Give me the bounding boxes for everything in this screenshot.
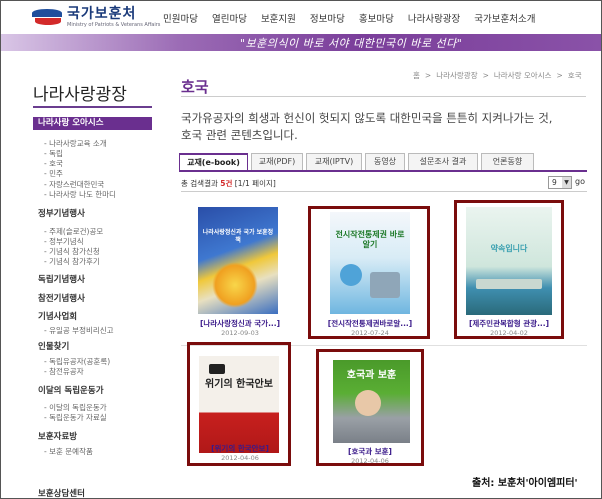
sidebar-subitem[interactable]: - 참전유공자 xyxy=(44,366,84,377)
sidebar-divider xyxy=(33,106,152,108)
per-page-select[interactable]: 9 ▼ xyxy=(548,176,572,189)
site-logo[interactable]: 국가보훈처 Ministry of Patriots & Veterans Af… xyxy=(32,7,160,29)
sidebar-section-heading[interactable]: 이달의 독립운동가 xyxy=(38,384,104,396)
book-cover-title: 약속입니다 xyxy=(490,244,528,253)
go-button[interactable]: go xyxy=(575,177,585,186)
breadcrumb-oasis[interactable]: 나라사랑 오아시스 xyxy=(494,70,552,81)
breadcrumb-separator: > xyxy=(482,71,489,80)
book-cover-title: 위기의 한국안보 xyxy=(205,379,273,390)
global-nav: 민원마당 열린마당 보훈지원 정보마당 홍보마당 나라사랑광장 국가보훈처소개 xyxy=(163,11,549,25)
book-cover-title: 나라사랑정신과 국가 보훈정책 xyxy=(202,229,274,244)
book-cover-2[interactable]: 전시작전통제권 바로알기 xyxy=(330,212,410,314)
sidebar-subitem[interactable]: - 보훈 문예작품 xyxy=(44,446,93,457)
result-count: 총 검색결과 5건 [1/1 페이지] xyxy=(181,179,276,188)
slogan-text: "보훈의식이 바로 서야 대한민국이 바로 선다" xyxy=(240,37,463,50)
breadcrumb-separator: > xyxy=(556,71,563,80)
breadcrumb-plaza[interactable]: 나라사랑광장 xyxy=(436,70,477,81)
sidebar-subitem[interactable]: - 나라사랑 나도 한마디 xyxy=(44,189,116,200)
book-cover-3[interactable]: 약속입니다 xyxy=(466,207,552,315)
sidebar-section-heading[interactable]: 보훈상담센터 xyxy=(38,487,85,499)
intro-text-line2: 호국 관련 콘텐츠입니다. xyxy=(181,128,298,142)
book-caption-3[interactable]: [제주민관복합형 관광...] xyxy=(456,318,562,329)
globe-graphic xyxy=(340,264,362,286)
logo-text: 국가보훈처 xyxy=(67,6,137,22)
title-divider xyxy=(181,96,586,97)
sidebar-section-heading[interactable]: 보훈자료방 xyxy=(38,430,77,442)
cover-emblem xyxy=(209,364,225,374)
book-cover-4[interactable]: 위기의 한국안보 xyxy=(199,356,279,453)
tab-video[interactable]: 동영상 xyxy=(365,153,405,170)
tab-iptv[interactable]: 교재(IPTV) xyxy=(306,153,362,170)
book-date-2: 2012-07-24 xyxy=(351,329,389,337)
sidebar-section-heading[interactable]: 참전기념행사 xyxy=(38,292,85,304)
list-divider xyxy=(181,191,587,192)
book-caption-4[interactable]: [위기의 한국안보] xyxy=(192,443,288,454)
child-graphic xyxy=(355,390,381,416)
content-tabs: 교재(e-book) 교재(PDF) 교재(IPTV) 동영상 설문조사 결과 … xyxy=(179,153,537,170)
book-caption-1[interactable]: [나라사랑정신과 국가...] xyxy=(186,318,294,329)
tabs-underline xyxy=(179,170,587,172)
book-cover-title: 호국과 보훈 xyxy=(346,370,397,381)
tab-press[interactable]: 언론동향 xyxy=(481,153,534,170)
sidebar-section-heading[interactable]: 독립기념행사 xyxy=(38,273,85,285)
taegeuk-logo-icon xyxy=(32,7,62,29)
harbor-graphic xyxy=(476,279,542,289)
breadcrumb-current: 호국 xyxy=(567,71,582,80)
book-caption-2[interactable]: [전시작전통제권바로알...] xyxy=(312,318,428,329)
book-date-1: 2012-09-03 xyxy=(221,329,259,337)
nav-item-support[interactable]: 보훈지원 xyxy=(261,11,296,25)
tab-ebook[interactable]: 교재(e-book) xyxy=(179,153,248,170)
book-caption-5[interactable]: [호국과 보훈] xyxy=(320,446,420,457)
breadcrumb-separator: > xyxy=(424,71,432,80)
breadcrumb-home[interactable]: 홈 xyxy=(413,70,420,81)
sidebar-section-heading[interactable]: 인물찾기 xyxy=(38,340,69,352)
sidebar-subitem[interactable]: - 민주 xyxy=(44,168,63,179)
book-date-5: 2012-04-06 xyxy=(351,457,389,465)
sun-graphic xyxy=(212,262,258,308)
nav-item-pr[interactable]: 홍보마당 xyxy=(359,11,394,25)
book-date-3: 2012-04-02 xyxy=(490,329,528,337)
sidebar-section-heading[interactable]: 기념사업회 xyxy=(38,310,77,322)
sidebar-item-oasis[interactable]: 나라사랑 오아시스 xyxy=(33,117,152,130)
source-credit: 출처: 보훈처'아이엠피터' xyxy=(472,478,578,489)
sidebar-subitem[interactable]: - 기념식 참가후기 xyxy=(44,256,100,267)
sidebar-section-heading[interactable]: 정부기념행사 xyxy=(38,207,85,219)
sidebar-subitem[interactable]: - 유일공 부정비리신고 xyxy=(44,325,114,336)
nav-item-info[interactable]: 정보마당 xyxy=(310,11,345,25)
tab-survey[interactable]: 설문조사 결과 xyxy=(408,153,478,170)
book-cover-title: 전시작전통제권 바로알기 xyxy=(335,230,405,249)
logo-subtext: Ministry of Patriots & Veterans Affairs xyxy=(67,22,161,28)
breadcrumb: 홈 > 나라사랑광장 > 나라사랑 오아시스 > 호국 xyxy=(413,70,587,81)
book-date-4: 2012-04-06 xyxy=(221,454,259,462)
sidebar-subitem[interactable]: - 독립운동가 자료실 xyxy=(44,412,107,423)
intro-text-line1: 국가유공자의 희생과 헌신이 헛되지 않도록 대한민국을 튼튼히 지켜나가는 것… xyxy=(181,111,553,125)
nav-item-civil[interactable]: 민원마당 xyxy=(163,11,198,25)
page-title: 호국 xyxy=(181,78,209,96)
nav-item-about[interactable]: 국가보훈처소개 xyxy=(474,11,535,25)
tab-pdf[interactable]: 교재(PDF) xyxy=(251,153,303,170)
nav-item-open[interactable]: 열린마당 xyxy=(212,11,247,25)
nav-item-plaza[interactable]: 나라사랑광장 xyxy=(408,11,460,25)
chevron-down-icon: ▼ xyxy=(562,177,571,188)
sidebar-title: 나라사랑광장 xyxy=(33,85,127,105)
device-graphic xyxy=(370,272,400,298)
book-cover-1[interactable]: 나라사랑정신과 국가 보훈정책 xyxy=(198,207,278,314)
book-cover-5[interactable]: 호국과 보훈 xyxy=(333,360,410,443)
